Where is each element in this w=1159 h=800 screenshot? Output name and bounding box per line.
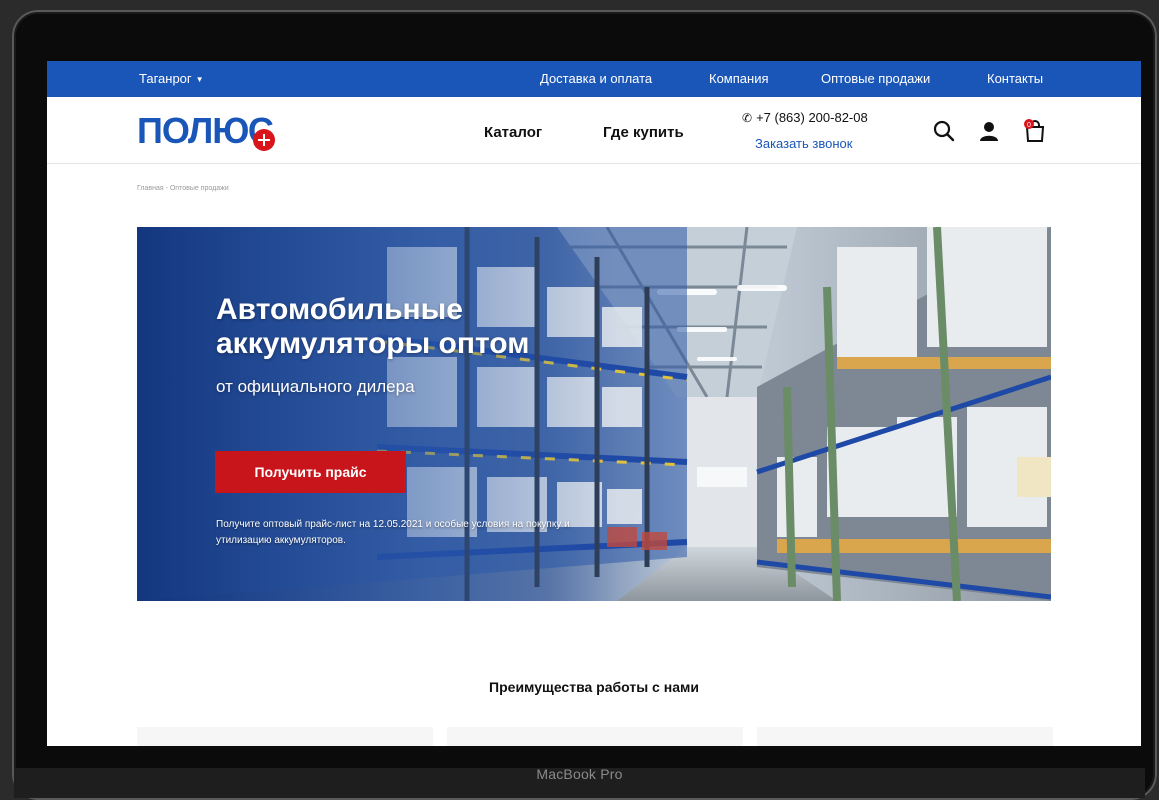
phone-number: +7 (863) 200-82-08: [756, 110, 868, 125]
top-nav-delivery[interactable]: Доставка и оплата: [540, 71, 652, 86]
top-bar: Таганрог ▼ Доставка и оплата Компания Опт…: [47, 61, 1141, 97]
breadcrumb: Главная - Оптовые продажи: [137, 185, 229, 192]
hero-title: Автомобильные аккумуляторы оптом: [216, 293, 530, 360]
site-header: ПОЛЮС Каталог Где купить ✆ +7 (863) 200-8…: [47, 97, 1141, 164]
chevron-down-icon: ▼: [195, 75, 204, 85]
phone-icon: ✆: [742, 111, 753, 125]
top-nav-contacts[interactable]: Контакты: [987, 71, 1043, 86]
logo-plus-icon: [253, 129, 275, 151]
logo[interactable]: ПОЛЮС: [137, 110, 275, 151]
phone[interactable]: ✆ +7 (863) 200-82-08: [742, 110, 868, 125]
device-label: MacBook Pro: [536, 766, 623, 782]
hero-subtitle: от официального дилера: [216, 377, 415, 396]
get-price-button[interactable]: Получить прайс: [215, 451, 406, 493]
logo-text: ПОЛЮС: [137, 110, 274, 151]
city-selector[interactable]: Таганрог ▼: [139, 71, 204, 86]
callback-link[interactable]: Заказать звонок: [755, 136, 852, 151]
nav-where-to-buy[interactable]: Где купить: [603, 124, 684, 141]
advantage-card: [757, 727, 1053, 746]
advantage-card: [447, 727, 743, 746]
cart-count: 0: [1027, 122, 1031, 129]
advantage-card: [137, 727, 433, 746]
top-nav-company[interactable]: Компания: [709, 71, 769, 86]
hero-note: Получите оптовый прайс-лист на 12.05.202…: [216, 519, 570, 546]
user-icon[interactable]: [977, 119, 1001, 143]
advantages-title: Преимущества работы с нами: [489, 679, 699, 695]
nav-catalog[interactable]: Каталог: [484, 124, 542, 141]
browser-screen: Таганрог ▼ Доставка и оплата Компания Опт…: [47, 61, 1141, 746]
city-label: Таганрог: [139, 71, 192, 86]
cart-icon[interactable]: 0: [1022, 119, 1046, 143]
hero-banner: Автомобильные аккумуляторы оптом от офиц…: [137, 227, 1051, 601]
top-nav-wholesale[interactable]: Оптовые продажи: [821, 71, 930, 86]
search-icon[interactable]: [932, 119, 956, 143]
